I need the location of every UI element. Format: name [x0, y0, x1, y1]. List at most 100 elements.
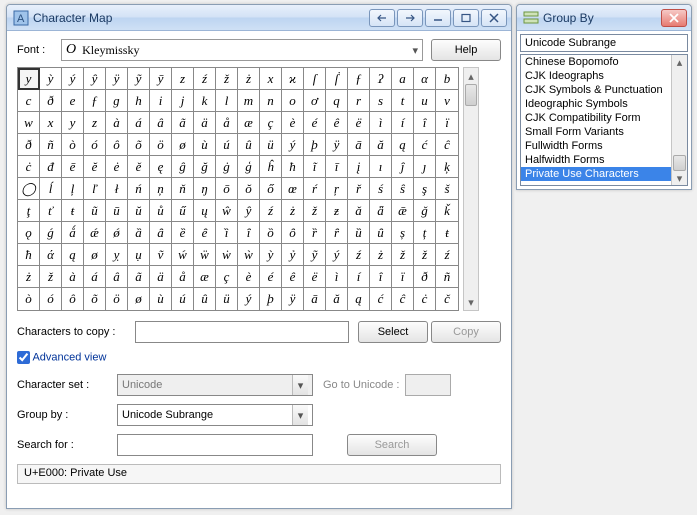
char-cell[interactable]: ó	[40, 288, 62, 310]
char-cell[interactable]: ű	[172, 200, 194, 222]
char-cell[interactable]: ė	[106, 156, 128, 178]
char-cell[interactable]: ů	[150, 200, 172, 222]
advanced-view-label[interactable]: Advanced view	[32, 351, 106, 363]
grid-scrollbar[interactable]: ▴ ▾	[463, 67, 479, 311]
groupby-scrollbar[interactable]: ▴ ▾	[671, 55, 687, 185]
char-cell[interactable]: ţ	[18, 200, 40, 222]
char-cell[interactable]: ź	[436, 244, 458, 266]
help-button[interactable]: Help	[431, 39, 501, 61]
char-cell[interactable]: ų	[194, 200, 216, 222]
maximize-button[interactable]	[453, 9, 479, 27]
char-cell[interactable]: u	[414, 90, 436, 112]
char-cell[interactable]: ȷ	[414, 156, 436, 178]
char-cell[interactable]: ı	[370, 156, 392, 178]
char-cell[interactable]: o	[282, 90, 304, 112]
char-cell[interactable]: ụ	[128, 244, 150, 266]
char-cell[interactable]: è	[238, 266, 260, 288]
char-cell[interactable]: t	[392, 90, 414, 112]
char-cell[interactable]: ń	[128, 178, 150, 200]
char-cell[interactable]: ō	[216, 178, 238, 200]
advanced-view-checkbox[interactable]: Advanced view	[17, 351, 501, 364]
close-button[interactable]	[481, 9, 507, 27]
char-cell[interactable]: n	[260, 90, 282, 112]
char-cell[interactable]: ◯	[18, 178, 40, 200]
groupby-item[interactable]: Halfwidth Forms	[521, 153, 687, 167]
char-cell[interactable]: ā	[348, 134, 370, 156]
groupby-item[interactable]: Fullwidth Forms	[521, 139, 687, 153]
char-cell[interactable]: ȗ	[370, 222, 392, 244]
char-cell[interactable]: æ	[238, 112, 260, 134]
char-cell[interactable]: x	[40, 112, 62, 134]
char-cell[interactable]: í	[348, 266, 370, 288]
char-cell[interactable]: ŗ	[326, 178, 348, 200]
char-cell[interactable]: ỳ	[260, 244, 282, 266]
char-cell[interactable]: î	[370, 266, 392, 288]
char-cell[interactable]: ĥ	[260, 156, 282, 178]
groupby-item[interactable]: CJK Compatibility Form	[521, 111, 687, 125]
char-cell[interactable]: å	[172, 266, 194, 288]
char-cell[interactable]: ř	[348, 178, 370, 200]
char-cell[interactable]: ĕ	[84, 156, 106, 178]
character-grid[interactable]: yỳýŷÿỹȳzźžżxϰſẛƒʔaαbcðeƒɡhijklmnoơqrstuv…	[17, 67, 459, 311]
char-cell[interactable]: á	[84, 266, 106, 288]
char-cell[interactable]: ķ	[436, 156, 458, 178]
char-cell[interactable]: ż	[282, 200, 304, 222]
char-cell[interactable]: ș	[392, 222, 414, 244]
char-cell[interactable]: ǽ	[84, 222, 106, 244]
scroll-down-arrow[interactable]: ▾	[464, 294, 478, 310]
groupby-list[interactable]: Chinese BopomofoCJK IdeographsCJK Symbol…	[520, 54, 688, 186]
char-cell[interactable]: ð	[414, 266, 436, 288]
char-cell[interactable]: õ	[84, 288, 106, 310]
char-cell[interactable]: ž	[40, 266, 62, 288]
nav-forward-button[interactable]	[397, 9, 423, 27]
char-cell[interactable]: ć	[370, 288, 392, 310]
char-cell[interactable]: ą	[62, 244, 84, 266]
char-cell[interactable]: m	[238, 90, 260, 112]
char-cell[interactable]: þ	[304, 134, 326, 156]
search-input[interactable]	[117, 434, 313, 456]
char-cell[interactable]: ā	[304, 288, 326, 310]
char-cell[interactable]: ź	[260, 200, 282, 222]
char-cell[interactable]: r	[348, 90, 370, 112]
char-cell[interactable]: ő	[260, 178, 282, 200]
char-cell[interactable]: ś	[370, 178, 392, 200]
char-cell[interactable]: ă	[370, 134, 392, 156]
copy-button[interactable]: Copy	[431, 321, 501, 343]
char-cell[interactable]: ÿ	[282, 288, 304, 310]
char-cell[interactable]: ẇ	[216, 244, 238, 266]
char-cell[interactable]: ẃ	[172, 244, 194, 266]
scroll-down-arrow[interactable]: ▾	[672, 171, 687, 185]
char-cell[interactable]: ù	[150, 288, 172, 310]
char-cell[interactable]: ø	[128, 288, 150, 310]
char-cell[interactable]: ṽ	[150, 244, 172, 266]
char-cell[interactable]: x	[260, 68, 282, 90]
char-cell[interactable]: ỹ	[304, 244, 326, 266]
char-cell[interactable]: ȉ	[216, 222, 238, 244]
char-cell[interactable]: z	[84, 112, 106, 134]
char-cell[interactable]: ð	[18, 134, 40, 156]
scroll-track[interactable]	[464, 84, 478, 294]
char-cell[interactable]: ñ	[436, 266, 458, 288]
char-cell[interactable]: ŵ	[216, 200, 238, 222]
char-cell[interactable]: đ	[40, 156, 62, 178]
char-cell[interactable]: j	[172, 90, 194, 112]
char-cell[interactable]: ŧ	[436, 222, 458, 244]
char-cell[interactable]: ŏ	[238, 178, 260, 200]
char-cell[interactable]: ũ	[84, 200, 106, 222]
char-cell[interactable]: ž	[304, 200, 326, 222]
char-cell[interactable]: b	[436, 68, 458, 90]
font-combobox[interactable]: O Kleymissky ▾	[61, 39, 423, 61]
char-cell[interactable]: ƒ	[84, 90, 106, 112]
char-cell[interactable]: ȇ	[194, 222, 216, 244]
char-cell[interactable]: ø	[84, 244, 106, 266]
scroll-up-arrow[interactable]: ▴	[464, 68, 478, 84]
char-cell[interactable]: ơ	[304, 90, 326, 112]
char-cell[interactable]: ȅ	[172, 222, 194, 244]
char-cell[interactable]: ö	[106, 288, 128, 310]
char-cell[interactable]: w	[18, 112, 40, 134]
char-cell[interactable]: æ	[194, 266, 216, 288]
char-cell[interactable]: í	[392, 112, 414, 134]
char-cell[interactable]: ņ	[150, 178, 172, 200]
char-cell[interactable]: ò	[18, 288, 40, 310]
char-cell[interactable]: å	[216, 112, 238, 134]
